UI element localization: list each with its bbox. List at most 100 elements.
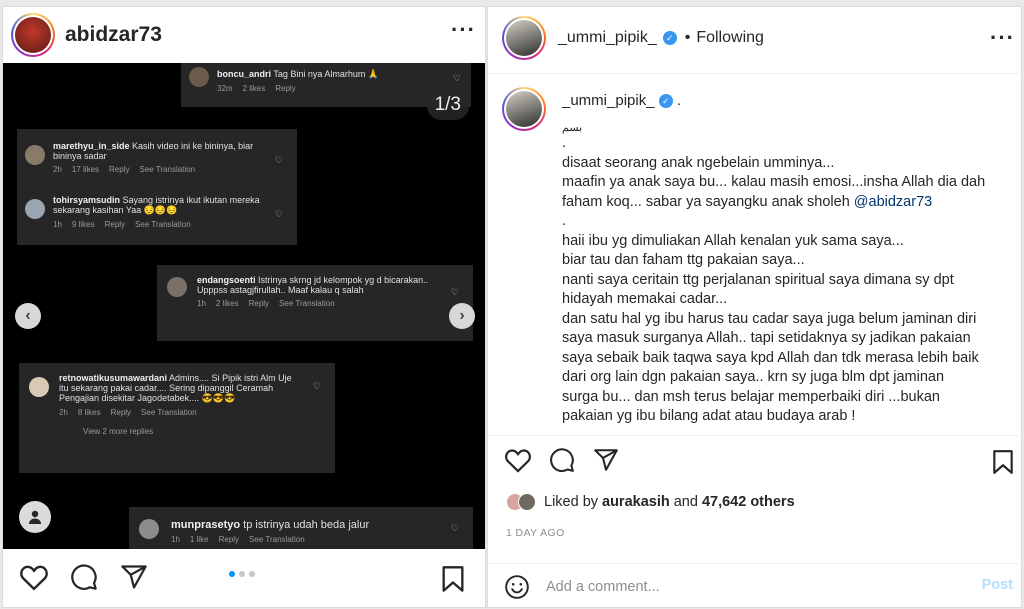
caption-username[interactable]: _ummi_pipik_	[562, 92, 655, 109]
caption-line: dari org lain dgn pakaian saya.. krn sy …	[562, 369, 945, 385]
caption-line: haii ibu yg dimuliakan Allah kenalan yuk…	[562, 232, 904, 249]
view-replies-link[interactable]: View 2 more replies	[59, 427, 295, 436]
heart-icon[interactable]: ♡	[453, 73, 461, 84]
caption-line: saya masuk surganya Allah.. tapi setidak…	[562, 330, 971, 346]
comment-username: marethyu_in_side	[53, 141, 130, 151]
comment-time: 2h	[59, 408, 68, 417]
caption-line: disaat seorang anak ngebelain umminya...	[562, 154, 835, 171]
translate-link[interactable]: See Translation	[279, 299, 335, 308]
caption-line: maafin ya anak saya bu... kalau masih em…	[562, 174, 986, 190]
comment-composer: Add a comment... Post	[488, 565, 1021, 609]
comment-icon[interactable]	[69, 563, 99, 591]
caption-avatar[interactable]	[502, 87, 546, 131]
translate-link[interactable]: See Translation	[139, 165, 195, 174]
caption-line: saya sebaik baik taqwa saya kpd Allah da…	[562, 349, 979, 366]
comment-time: 32m	[217, 84, 233, 93]
comment-likes: 2 likes	[242, 84, 266, 93]
comment-item: marethyu_in_side Kasih video ini ke bini…	[25, 141, 273, 174]
left-action-bar	[19, 563, 149, 591]
caption-line: surga bu... dan msh terus belajar memper…	[562, 388, 940, 405]
likes-summary: Liked by aurakasih and 47,642 others	[506, 493, 795, 511]
carousel-next-button[interactable]: ›	[449, 303, 475, 329]
carousel-indicator	[229, 571, 255, 577]
post-timestamp[interactable]: 1 DAY AGO	[506, 527, 565, 539]
like-heart-icon[interactable]	[504, 447, 532, 473]
translate-link[interactable]: See Translation	[249, 535, 305, 544]
post-media-carousel[interactable]: boncu_andri Tag Bini nya Almarhum 🙏 32m 2…	[3, 63, 485, 549]
user-icon	[29, 510, 41, 524]
caption-line: nanti saya ceritain ttg perjalanan spiri…	[562, 271, 954, 288]
avatar-image	[506, 20, 542, 56]
more-options-icon[interactable]: ···	[990, 25, 1015, 51]
caption-line: .	[562, 135, 567, 151]
caption-line: pakaian yg ibu bilang adat atau budaya a…	[562, 408, 856, 424]
mention-link[interactable]: @abidzar73	[854, 194, 932, 210]
post-caption: بسم . disaat seorang anak ngebelain ummi…	[562, 122, 1002, 427]
more-options-icon[interactable]: ···	[451, 17, 476, 43]
reply-link[interactable]: Reply	[219, 535, 239, 544]
tagged-users-button[interactable]	[19, 501, 51, 533]
comment-time: 1h	[171, 535, 180, 544]
right-post-header: _ummi_pipik_ ✓ • Following ···	[488, 7, 1021, 69]
comment-likes: 2 likes	[215, 299, 239, 308]
reply-link[interactable]: Reply	[249, 299, 269, 308]
comment-likes: 1 like	[189, 535, 209, 544]
comment-icon[interactable]	[548, 447, 576, 473]
comment-username: munprasetyo	[171, 519, 241, 531]
avatar	[167, 277, 187, 297]
comment-time: 2h	[53, 165, 62, 174]
comment-text: Tag Bini nya Almarhum 🙏	[273, 69, 380, 79]
comment-input[interactable]: Add a comment...	[546, 579, 660, 595]
divider	[488, 563, 1021, 564]
save-bookmark-icon[interactable]	[441, 565, 465, 593]
heart-icon[interactable]: ♡	[313, 381, 321, 392]
reply-link[interactable]: Reply	[275, 84, 295, 93]
reply-link[interactable]: Reply	[105, 220, 125, 229]
like-heart-icon[interactable]	[19, 563, 49, 591]
left-post-header: abidzar73 ···	[3, 7, 485, 62]
heart-icon[interactable]: ♡	[451, 523, 459, 534]
avatar[interactable]	[502, 16, 546, 60]
caption-suffix: .	[676, 92, 682, 109]
caption-line: faham koq... sabar ya sayangku anak shol…	[562, 193, 1002, 213]
avatar[interactable]	[11, 12, 55, 57]
caption-line: biar tau dan faham ttg pakaian saya...	[562, 252, 805, 268]
carousel-dot	[249, 571, 255, 577]
save-bookmark-icon[interactable]	[992, 449, 1014, 475]
comment-item: endangsoenti Istrinya skrng jd kelompok …	[157, 265, 473, 341]
right-action-bar	[504, 447, 620, 473]
divider	[488, 435, 1021, 436]
share-icon[interactable]	[592, 447, 620, 473]
following-button[interactable]: Following	[696, 29, 764, 47]
comment-item: munprasetyo tp istrinya udah beda jalur …	[129, 507, 473, 549]
comment-username: boncu_andri	[217, 69, 272, 79]
caption-header: _ummi_pipik_ ✓ .	[562, 92, 681, 109]
post-username[interactable]: _ummi_pipik_	[558, 29, 657, 47]
carousel-dot	[229, 571, 235, 577]
comment-item: tohirsyamsudin Sayang istrinya ikut ikut…	[25, 195, 273, 229]
caption-line: dan satu hal yg ibu harus tau cadar saya…	[562, 310, 977, 327]
post-comment-button[interactable]: Post	[982, 577, 1013, 593]
share-icon[interactable]	[119, 563, 149, 591]
avatar	[139, 519, 159, 539]
comment-group: marethyu_in_side Kasih video ini ke bini…	[17, 129, 297, 245]
caption-line: hidayah memakai cadar...	[562, 291, 728, 307]
heart-icon[interactable]: ♡	[275, 155, 283, 166]
emoji-icon[interactable]	[504, 574, 530, 600]
avatar	[25, 145, 45, 165]
likes-count[interactable]: 47,642 others	[702, 494, 795, 510]
carousel-prev-button[interactable]: ‹	[15, 303, 41, 329]
translate-link[interactable]: See Translation	[141, 408, 197, 417]
heart-icon[interactable]: ♡	[451, 287, 459, 298]
reply-link[interactable]: Reply	[111, 408, 131, 417]
verified-badge-icon: ✓	[658, 94, 673, 109]
translate-link[interactable]: See Translation	[135, 220, 191, 229]
liked-by-user[interactable]: aurakasih	[602, 494, 670, 510]
post-username[interactable]: abidzar73	[65, 23, 162, 47]
reply-link[interactable]: Reply	[109, 165, 129, 174]
likes-and: and	[673, 494, 698, 510]
right-post: _ummi_pipik_ ✓ • Following ··· _ummi_pip…	[487, 6, 1022, 608]
heart-icon[interactable]: ♡	[275, 209, 283, 220]
verified-badge-icon: ✓	[662, 31, 677, 45]
comment-likes: 17 likes	[71, 165, 100, 174]
